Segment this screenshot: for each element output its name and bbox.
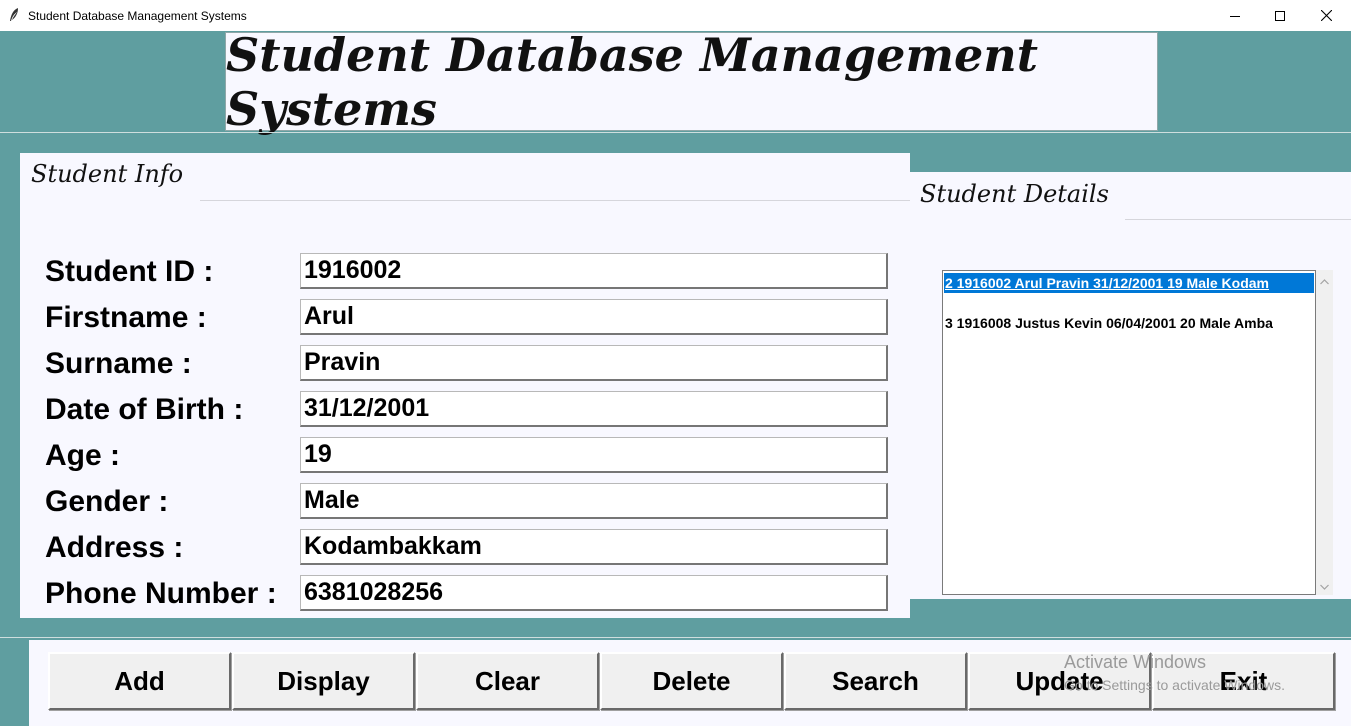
- chevron-up-icon: [1320, 272, 1329, 290]
- vertical-scrollbar[interactable]: [1316, 270, 1333, 595]
- close-icon: [1320, 10, 1332, 21]
- list-item[interactable]: 2 1916002 Arul Pravin 31/12/2001 19 Male…: [944, 273, 1314, 293]
- address-input[interactable]: [300, 529, 888, 565]
- display-button[interactable]: Display: [232, 652, 415, 710]
- activation-watermark-subtitle: Go to Settings to activate Windows.: [1064, 677, 1285, 693]
- age-label: Age :: [45, 439, 120, 472]
- age-input[interactable]: [300, 437, 888, 473]
- minimize-button[interactable]: [1212, 0, 1258, 31]
- divider: [0, 132, 1351, 133]
- page-title: Student Database Management Systems: [226, 27, 1038, 136]
- gender-input[interactable]: [300, 483, 888, 519]
- scroll-up-arrow[interactable]: [1316, 272, 1333, 289]
- window-title: Student Database Management Systems: [28, 9, 247, 23]
- address-label: Address :: [45, 531, 184, 564]
- close-button[interactable]: [1303, 0, 1349, 31]
- dob-label: Date of Birth :: [45, 393, 244, 426]
- scroll-down-arrow[interactable]: [1316, 577, 1333, 594]
- surname-input[interactable]: [300, 345, 888, 381]
- firstname-input[interactable]: [300, 299, 888, 335]
- firstname-label: Firstname :: [45, 301, 207, 334]
- title-bar: Student Database Management Systems: [0, 0, 1351, 31]
- divider: [200, 200, 910, 201]
- clear-button[interactable]: Clear: [416, 652, 599, 710]
- search-button[interactable]: Search: [784, 652, 967, 710]
- add-button[interactable]: Add: [48, 652, 231, 710]
- chevron-down-icon: [1320, 577, 1329, 595]
- phone-input[interactable]: [300, 575, 888, 611]
- student-id-input[interactable]: [300, 253, 888, 289]
- minimize-icon: [1230, 11, 1240, 21]
- student-records-listbox[interactable]: 2 1916002 Arul Pravin 31/12/2001 19 Male…: [942, 270, 1316, 595]
- divider: [0, 637, 1351, 638]
- gender-label: Gender :: [45, 485, 169, 518]
- divider: [1125, 219, 1351, 220]
- delete-button[interactable]: Delete: [600, 652, 783, 710]
- student-id-label: Student ID :: [45, 255, 214, 288]
- maximize-button[interactable]: [1257, 0, 1303, 31]
- maximize-icon: [1275, 10, 1285, 21]
- student-info-caption: Student Info: [31, 160, 184, 188]
- header-panel: Student Database Management Systems: [225, 28, 1158, 136]
- list-item[interactable]: 3 1916008 Justus Kevin 06/04/2001 20 Mal…: [944, 313, 1274, 333]
- phone-label: Phone Number :: [45, 577, 277, 610]
- dob-input[interactable]: [300, 391, 888, 427]
- feather-icon: [8, 7, 20, 23]
- student-details-caption: Student Details: [920, 180, 1109, 208]
- surname-label: Surname :: [45, 347, 192, 380]
- activation-watermark-title: Activate Windows: [1064, 652, 1207, 672]
